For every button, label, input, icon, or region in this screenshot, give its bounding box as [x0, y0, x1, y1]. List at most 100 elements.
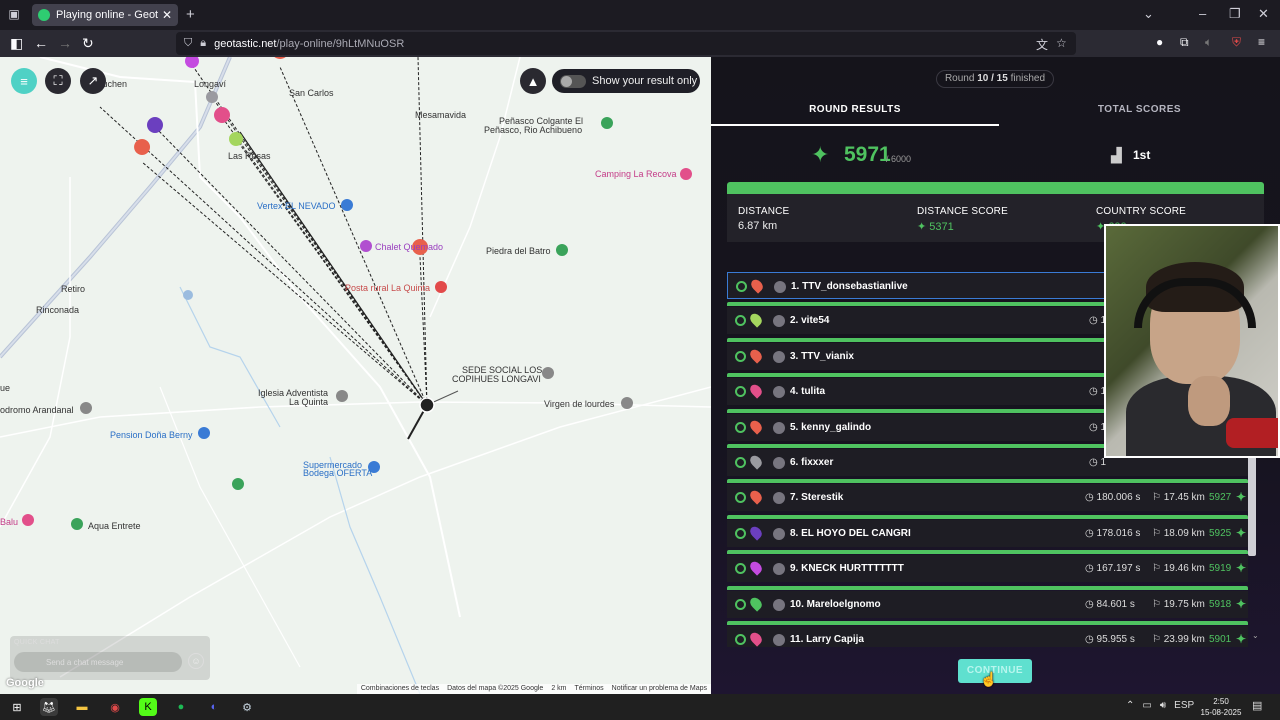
report-problem-link[interactable]: Notificar un problema de Maps: [612, 685, 707, 693]
network-icon[interactable]: ▭: [1142, 700, 1151, 711]
menu-icon[interactable]: ≡: [1258, 35, 1265, 49]
eye-icon[interactable]: [735, 492, 746, 504]
lock-icon[interactable]: 🔒︎: [200, 37, 206, 50]
discord-icon[interactable]: ◐: [205, 698, 223, 716]
player-row[interactable]: 7. Sterestik ◷ 180.006 s ⚐ 17.45 km 5927 ✦: [727, 479, 1248, 512]
account-icon[interactable]: ●: [1156, 35, 1163, 49]
map-menu-button[interactable]: ≡: [11, 68, 37, 94]
map-view[interactable]: Longaví San Carlos Mesamavida Peñasco Co…: [0, 57, 711, 694]
clock-date: 15-08-2025: [1200, 708, 1242, 717]
clock[interactable]: 2:50 15-08-2025: [1200, 696, 1242, 718]
player-row[interactable]: 9. KNECK HURTTTTTTT ◷ 167.197 s ⚐ 19.46 km…: [727, 550, 1248, 583]
extensions-icon[interactable]: ⧉: [1180, 35, 1189, 50]
eye-icon[interactable]: [735, 350, 746, 362]
avatar: [773, 457, 785, 469]
browser-tab[interactable]: Playing online - Geotastic ✕: [32, 4, 178, 26]
map-label: Peñasco, Rio Achibueno: [484, 125, 583, 135]
reload-icon[interactable]: ↻: [82, 35, 94, 52]
player-name: 7. Sterestik: [790, 492, 844, 504]
steam-icon[interactable]: ⚙: [238, 698, 256, 716]
scroll-down-icon[interactable]: ⌄: [1252, 631, 1259, 640]
player-name: 11. Larry Capija: [790, 634, 864, 645]
player-name: 5. kenny_galindo: [790, 421, 872, 433]
external-link-icon: ↗: [87, 73, 99, 88]
toggle-switch[interactable]: [560, 74, 586, 88]
notifications-icon[interactable]: ▤: [1252, 699, 1262, 712]
terrain-button[interactable]: ▲: [520, 68, 546, 94]
new-tab-icon[interactable]: +: [186, 6, 195, 23]
round-rank: 1st: [1133, 148, 1151, 162]
distance-value: 6.87 km: [738, 220, 778, 232]
star-icon: ✦: [811, 142, 830, 167]
player-distance: ⚐ 19.75 km: [1152, 598, 1205, 610]
tab-total-scores[interactable]: TOTAL SCORES: [999, 104, 1280, 126]
player-points: 5927: [1209, 492, 1232, 504]
eye-icon[interactable]: [735, 563, 746, 575]
map-canvas: [0, 57, 711, 694]
sidebar-toggle-icon[interactable]: ◧: [10, 35, 23, 52]
player-time: ◷ 1: [1089, 457, 1107, 468]
player-row[interactable]: 11. Larry Capija ◷ 95.955 s ⚐ 23.99 km 5901…: [727, 621, 1248, 647]
firefox-icon[interactable]: 🦊︎: [40, 698, 58, 716]
spotify-icon[interactable]: ●: [172, 698, 190, 716]
player-name: 9. KNECK HURTTTTTTT: [790, 563, 904, 575]
player-name: 3. TTV_vianix: [790, 350, 854, 362]
map-label: COPIHUES LONGAVI: [452, 374, 541, 384]
show-result-only-toggle[interactable]: Show your result only: [552, 69, 700, 93]
round-current: 10 / 15: [977, 73, 1008, 84]
url-path: /play-online/9hLtMNuOSR: [276, 37, 405, 50]
translate-icon[interactable]: 文: [1036, 36, 1048, 53]
eye-icon[interactable]: [735, 634, 746, 645]
distance-score-value: ✦ 5371: [917, 221, 954, 233]
eye-icon[interactable]: [735, 527, 746, 539]
file-explorer-icon[interactable]: ▬: [73, 698, 91, 716]
eye-icon[interactable]: [735, 457, 746, 468]
bookmark-star-icon[interactable]: ☆: [1056, 36, 1067, 50]
forward-icon[interactable]: →: [58, 35, 72, 51]
audio-icon[interactable]: 🔈︎: [1205, 35, 1212, 50]
restore-icon[interactable]: ❐: [1229, 6, 1241, 22]
eye-icon[interactable]: [735, 315, 746, 327]
distance-score-label: DISTANCE SCORE: [917, 206, 1008, 217]
fullscreen-button[interactable]: ⛶: [45, 68, 71, 94]
player-row[interactable]: 10. Mareloelgnomo ◷ 84.601 s ⚐ 19.75 km 591…: [727, 585, 1248, 618]
windows-start-icon[interactable]: ⊞: [8, 698, 26, 716]
ublock-icon[interactable]: ⛨: [1232, 35, 1241, 50]
address-bar[interactable]: ⛉ 🔒︎ geotastic.net/play-online/9hLtMNuOS…: [176, 32, 1076, 55]
chat-message-input[interactable]: Send a chat message: [14, 652, 182, 672]
tab-round-results[interactable]: ROUND RESULTS: [711, 104, 999, 126]
minimize-icon[interactable]: –: [1199, 6, 1206, 21]
keyboard-shortcuts-link[interactable]: Combinaciones de teclas: [361, 685, 439, 693]
close-tab-icon[interactable]: ✕: [162, 8, 172, 22]
open-external-button[interactable]: ↗: [80, 68, 106, 94]
map-label: Virgen de lourdes: [544, 399, 615, 409]
score-progress-bar: [727, 182, 1264, 194]
player-points: 5901: [1209, 634, 1232, 645]
back-icon[interactable]: ←: [34, 35, 48, 51]
mountain-icon: ▲: [526, 73, 540, 89]
language-indicator[interactable]: ESP: [1174, 700, 1194, 711]
close-window-icon[interactable]: ✕: [1258, 6, 1269, 22]
terms-link[interactable]: Términos: [574, 685, 603, 693]
avatar: [773, 315, 785, 328]
list-all-tabs-icon[interactable]: ⌄: [1143, 6, 1154, 22]
map-pin-icon: [747, 559, 765, 576]
avatar: [773, 350, 785, 363]
eye-icon[interactable]: [735, 421, 746, 433]
eye-icon[interactable]: [735, 598, 746, 610]
shield-icon[interactable]: ⛉: [184, 37, 192, 50]
player-row[interactable]: 8. EL HOYO DEL CANGRI ◷ 178.016 s ⚐ 18.09 …: [727, 514, 1248, 547]
avatar: [773, 421, 785, 434]
kick-icon[interactable]: K: [139, 698, 157, 716]
player-points: 5918: [1209, 598, 1232, 610]
emoji-icon[interactable]: ☺: [188, 653, 204, 669]
volume-icon[interactable]: 🔊︎: [1160, 700, 1166, 711]
player-name: 4. tulita: [790, 386, 826, 398]
tray-chevron-icon[interactable]: ⌃: [1126, 700, 1134, 711]
tab-list-icon[interactable]: ▣: [6, 7, 22, 23]
eye-icon[interactable]: [736, 281, 747, 292]
obs-icon[interactable]: ◉: [106, 698, 124, 716]
distance-score-stat: DISTANCE SCORE ✦ 5371: [917, 206, 1008, 233]
eye-icon[interactable]: [735, 386, 746, 398]
quick-chat: QUICK CHAT Send a chat message ☺: [10, 636, 210, 680]
